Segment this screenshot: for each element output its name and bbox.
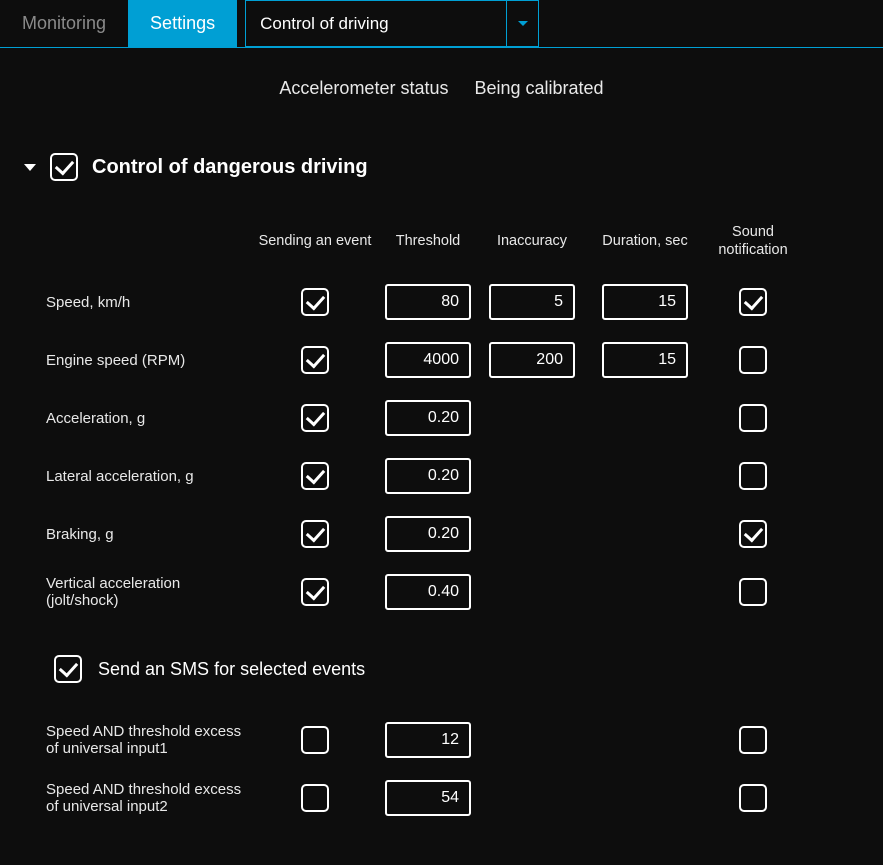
sound-notification-checkbox[interactable] [739,578,767,606]
threshold-input[interactable] [385,342,471,378]
sending-event-checkbox[interactable] [301,784,329,812]
sms-enable-checkbox[interactable] [54,655,82,683]
threshold-input[interactable] [385,400,471,436]
extra-table: Speed AND threshold excess of universal … [46,713,806,825]
sending-event-checkbox[interactable] [301,346,329,374]
row-label: Acceleration, g [46,410,252,427]
sending-event-checkbox[interactable] [301,462,329,490]
top-tabs: Monitoring Settings Control of driving [0,0,883,48]
sending-event-checkbox[interactable] [301,288,329,316]
accelerometer-status: Accelerometer status Being calibrated [0,48,883,105]
table-row: Vertical acceleration (jolt/shock) [46,565,806,619]
duration-input[interactable] [602,284,688,320]
section-title: Control of dangerous driving [92,156,368,179]
section-send-sms: Send an SMS for selected events [54,655,883,683]
table-row: Speed AND threshold excess of universal … [46,713,806,767]
section-enable-checkbox[interactable] [50,153,78,181]
row-label: Lateral acceleration, g [46,468,252,485]
col-duration: Duration, sec [586,232,704,250]
inaccuracy-input[interactable] [489,284,575,320]
table-row: Engine speed (RPM) [46,333,806,387]
row-label: Speed, km/h [46,294,252,311]
col-sound: Sound notification [708,223,798,259]
sound-notification-checkbox[interactable] [739,462,767,490]
row-label: Speed AND threshold excess of universal … [46,781,252,815]
sound-notification-checkbox[interactable] [739,784,767,812]
sound-notification-checkbox[interactable] [739,520,767,548]
status-value: Being calibrated [474,78,603,99]
col-threshold: Threshold [378,232,478,250]
row-label: Vertical acceleration (jolt/shock) [46,575,252,609]
row-label: Engine speed (RPM) [46,352,252,369]
threshold-input[interactable] [385,284,471,320]
table-row: Speed AND threshold excess of universal … [46,771,806,825]
inaccuracy-input[interactable] [489,342,575,378]
row-label: Braking, g [46,526,252,543]
row-label: Speed AND threshold excess of universal … [46,723,252,757]
col-inaccuracy: Inaccuracy [482,232,582,250]
tab-settings[interactable]: Settings [128,0,237,47]
sending-event-checkbox[interactable] [301,726,329,754]
sending-event-checkbox[interactable] [301,578,329,606]
sound-notification-checkbox[interactable] [739,346,767,374]
sms-title: Send an SMS for selected events [98,659,365,680]
sound-notification-checkbox[interactable] [739,288,767,316]
settings-subtab-select[interactable]: Control of driving [245,0,539,47]
col-sending: Sending an event [256,232,374,250]
sending-event-checkbox[interactable] [301,520,329,548]
sound-notification-checkbox[interactable] [739,726,767,754]
sound-notification-checkbox[interactable] [739,404,767,432]
tab-monitoring[interactable]: Monitoring [0,0,128,47]
table-row: Lateral acceleration, g [46,449,806,503]
threshold-input[interactable] [385,722,471,758]
threshold-input[interactable] [385,780,471,816]
table-row: Acceleration, g [46,391,806,445]
dangerous-driving-table: Sending an event Threshold Inaccuracy Du… [46,223,806,619]
sending-event-checkbox[interactable] [301,404,329,432]
threshold-input[interactable] [385,574,471,610]
section-control-dangerous-driving: Control of dangerous driving [0,105,883,191]
chevron-down-icon[interactable] [506,1,538,46]
duration-input[interactable] [602,342,688,378]
table-header: Sending an event Threshold Inaccuracy Du… [46,223,806,259]
status-label: Accelerometer status [279,78,448,99]
settings-subtab-value: Control of driving [246,1,506,46]
threshold-input[interactable] [385,458,471,494]
table-row: Braking, g [46,507,806,561]
table-row: Speed, km/h [46,275,806,329]
collapse-icon[interactable] [24,161,36,173]
threshold-input[interactable] [385,516,471,552]
